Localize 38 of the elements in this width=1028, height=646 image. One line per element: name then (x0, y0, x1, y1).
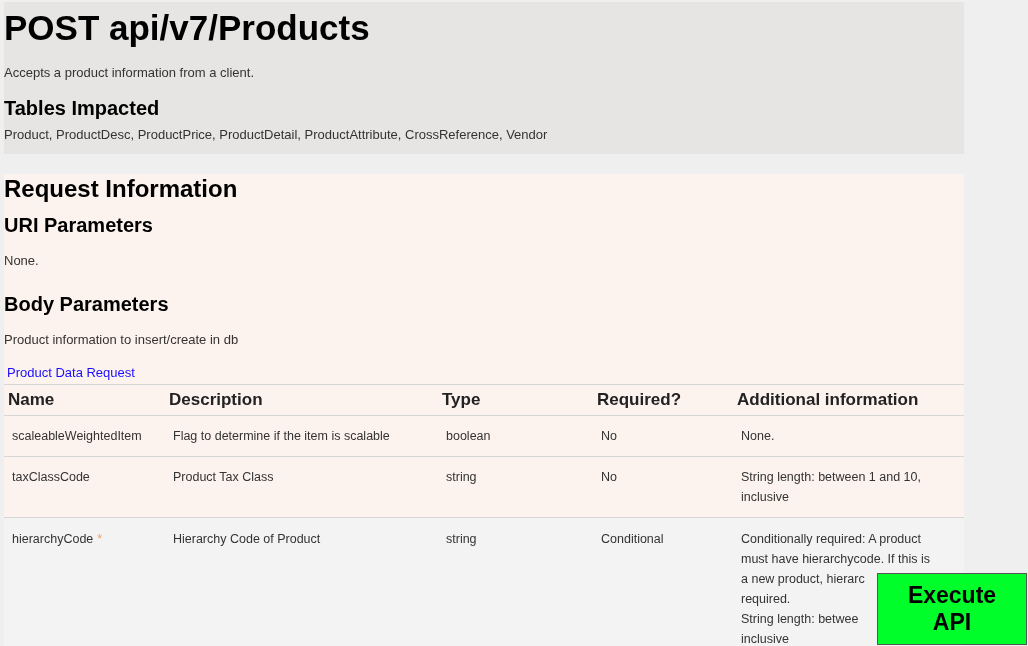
page-title: POST api/v7/Products (4, 7, 371, 49)
info-line: inclusive (741, 487, 789, 507)
uri-text: None. (4, 252, 39, 270)
section-heading: URI Parameters (4, 213, 153, 238)
table-cell: Conditional (601, 532, 664, 546)
table-cell: hierarchyCode (12, 532, 94, 546)
request-link[interactable]: Product Data Request (7, 364, 135, 382)
section-heading: Tables Impacted (4, 96, 161, 121)
table-cell: string (446, 532, 477, 546)
info-line: String length: between 1 and 10, (741, 467, 921, 487)
column-header: Additional information (733, 384, 964, 416)
info-line: None. (741, 426, 775, 446)
section-heading: Request Information (4, 174, 238, 204)
column-header: Description (165, 384, 438, 416)
column-header: Type (438, 384, 593, 416)
table-cell: Hierarchy Code of Product (173, 532, 321, 546)
table-cell: Product Tax Class (173, 470, 274, 484)
table-cell: No (601, 470, 617, 484)
info-line: inclusive (741, 629, 789, 646)
table-cell: taxClassCode (12, 470, 90, 484)
table-cell: string (446, 470, 477, 484)
column-header: Name (4, 384, 165, 416)
info-line: a new product, hierarc (741, 569, 865, 589)
column-header: Required? (593, 384, 733, 416)
info-line: must have hierarchycode. If this is (741, 549, 930, 569)
info-line: String length: betwee (741, 609, 859, 629)
table-cell: boolean (446, 429, 491, 443)
info-line: required. (741, 589, 791, 609)
body-text: Product information to insert/create in db (4, 331, 239, 349)
description-text: Accepts a product information from a client. (4, 64, 254, 82)
table-cell: Flag to determine if the item is scalable (173, 429, 390, 443)
table-cell: scaleableWeightedItem (12, 429, 142, 443)
info-line: Conditionally required: A product (741, 529, 921, 549)
execute-api-button[interactable]: Execute API (877, 573, 1027, 645)
tables-text: Product, ProductDesc, ProductPrice, ProductDetail, ProductAttribute, CrossReference, Vendor (4, 126, 548, 144)
required-marker: * (97, 532, 103, 546)
section-heading: Body Parameters (4, 292, 169, 317)
table-cell: No (601, 429, 617, 443)
